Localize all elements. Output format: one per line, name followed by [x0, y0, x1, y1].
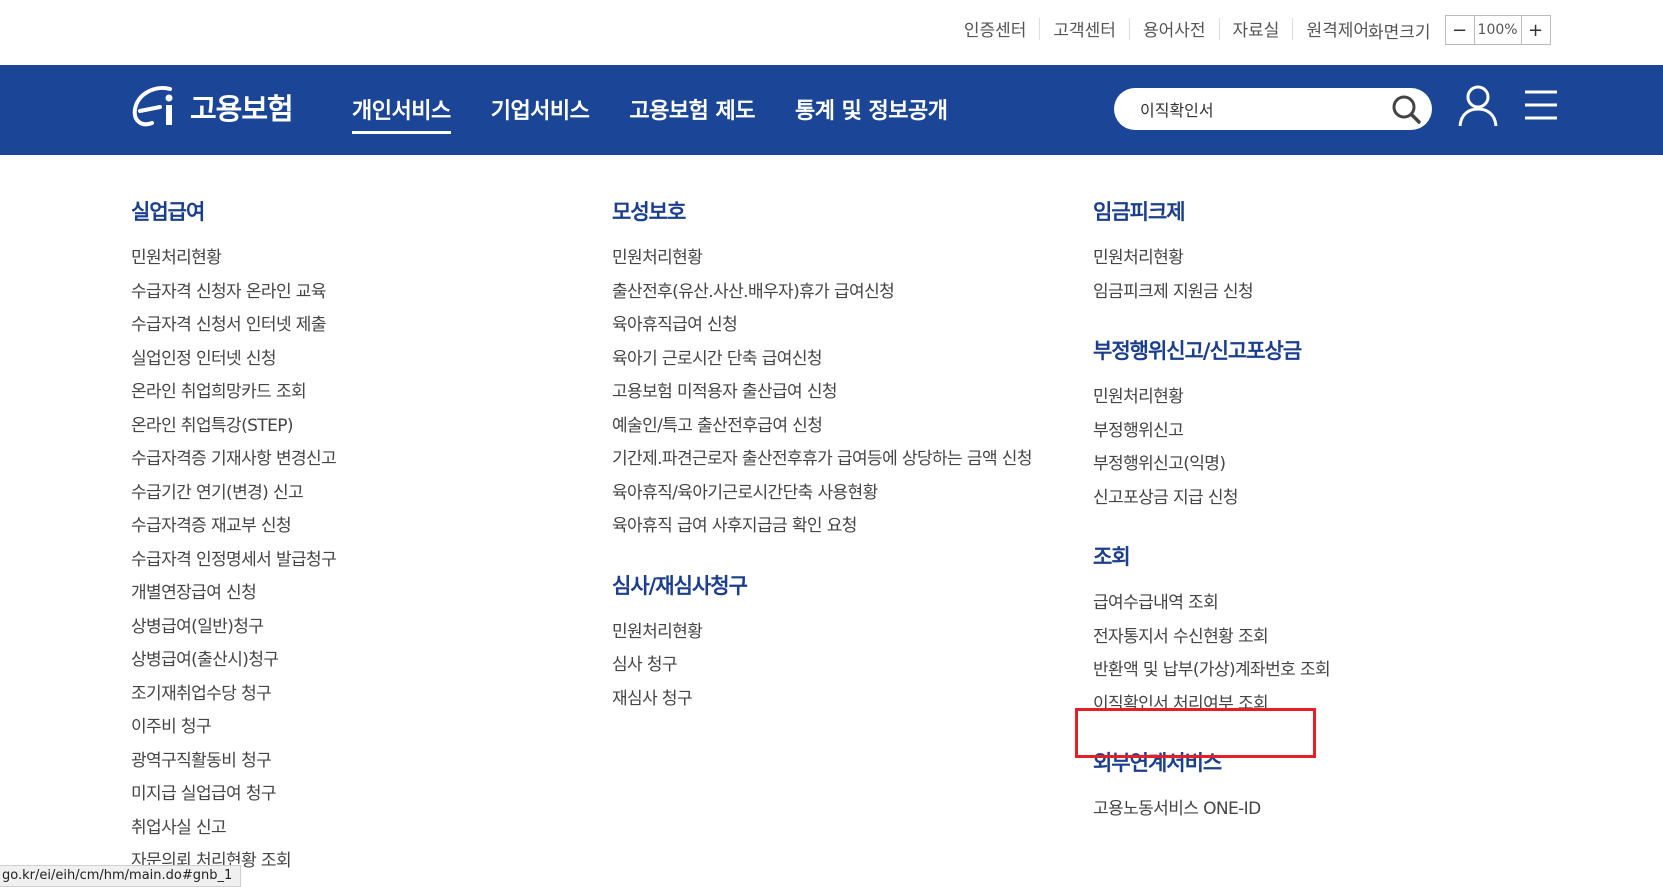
- menu-item[interactable]: 수급자격증 기재사항 변경신고: [131, 443, 591, 477]
- util-link-glossary[interactable]: 용어사전: [1130, 16, 1219, 41]
- menu-item[interactable]: 이주비 청구: [131, 711, 591, 745]
- menu-item[interactable]: 개별연장급여 신청: [131, 577, 591, 611]
- section-title-review-appeal[interactable]: 심사/재심사청구: [612, 570, 1082, 600]
- section-title-external-services[interactable]: 외부연계서비스: [1093, 747, 1453, 777]
- menu-item[interactable]: 고용노동서비스 ONE-ID: [1093, 793, 1453, 827]
- menu-item[interactable]: 민원처리현황: [612, 242, 1082, 276]
- menu-item[interactable]: 출산전후(유산.사산.배우자)휴가 급여신청: [612, 276, 1082, 310]
- inquiry-menu-list: 급여수급내역 조회 전자통지서 수신현황 조회 반환액 및 납부(가상)계좌번호…: [1093, 587, 1453, 721]
- utility-links: 인증센터 고객센터 용어사전 자료실 원격제어: [951, 16, 1382, 41]
- search-input[interactable]: [1140, 96, 1380, 122]
- section-maternity-protection: 모성보호 민원처리현황 출산전후(유산.사산.배우자)휴가 급여신청 육아휴직급…: [612, 196, 1082, 544]
- menu-item[interactable]: 상병급여(일반)청구: [131, 611, 591, 645]
- menu-item[interactable]: 수급자격 인정명세서 발급청구: [131, 544, 591, 578]
- menu-item[interactable]: 수급자격 신청서 인터넷 제출: [131, 309, 591, 343]
- menu-item[interactable]: 민원처리현황: [1093, 242, 1453, 276]
- section-inquiry: 조회 급여수급내역 조회 전자통지서 수신현황 조회 반환액 및 납부(가상)계…: [1093, 541, 1453, 721]
- menu-item[interactable]: 심사 청구: [612, 649, 1082, 683]
- menu-item[interactable]: 예술인/특고 출산전후급여 신청: [612, 410, 1082, 444]
- section-review-appeal: 심사/재심사청구 민원처리현황 심사 청구 재심사 청구: [612, 570, 1082, 717]
- main-nav: 고용보험 개인서비스 기업서비스 고용보험 제도 통계 및 정보공개: [0, 65, 1663, 155]
- zoom-label: 화면크기: [1368, 22, 1431, 43]
- menu-item[interactable]: 육아휴직/육아기근로시간단축 사용현황: [612, 477, 1082, 511]
- gnb-business-services[interactable]: 기업서비스: [491, 93, 590, 134]
- maternity-menu-list: 민원처리현황 출산전후(유산.사산.배우자)휴가 급여신청 육아휴직급여 신청 …: [612, 242, 1082, 544]
- search-icon[interactable]: [1390, 93, 1422, 125]
- zoom-in-button[interactable]: +: [1522, 16, 1550, 44]
- util-link-certification-center[interactable]: 인증센터: [951, 16, 1040, 41]
- menu-item[interactable]: 취업사실 신고: [131, 812, 591, 846]
- menu-column-maternity: 모성보호 민원처리현황 출산전후(유산.사산.배우자)휴가 급여신청 육아휴직급…: [612, 196, 1082, 738]
- util-link-customer-center[interactable]: 고객센터: [1040, 16, 1129, 41]
- external-services-menu-list: 고용노동서비스 ONE-ID: [1093, 793, 1453, 827]
- menu-item-separation-certificate-status[interactable]: 이직확인서 처리여부 조회: [1093, 688, 1453, 722]
- search-box: [1114, 88, 1432, 130]
- logo-text: 고용보험: [190, 92, 294, 126]
- menu-column-unemployment: 실업급여 민원처리현황 수급자격 신청자 온라인 교육 수급자격 신청서 인터넷…: [131, 196, 591, 879]
- menu-item[interactable]: 온라인 취업희망카드 조회: [131, 376, 591, 410]
- site-logo[interactable]: 고용보험: [130, 83, 294, 131]
- menu-item[interactable]: 민원처리현황: [1093, 381, 1453, 415]
- menu-item[interactable]: 미지급 실업급여 청구: [131, 778, 591, 812]
- menu-item[interactable]: 전자통지서 수신현황 조회: [1093, 621, 1453, 655]
- review-appeal-menu-list: 민원처리현황 심사 청구 재심사 청구: [612, 616, 1082, 717]
- section-title-wage-peak[interactable]: 임금피크제: [1093, 196, 1453, 226]
- menu-item[interactable]: 재심사 청구: [612, 683, 1082, 717]
- gnb-insurance-system[interactable]: 고용보험 제도: [629, 93, 755, 134]
- gnb-personal-services[interactable]: 개인서비스: [352, 93, 451, 134]
- util-link-library[interactable]: 자료실: [1220, 16, 1293, 41]
- section-title-fraud-report[interactable]: 부정행위신고/신고포상금: [1093, 335, 1453, 365]
- section-fraud-report: 부정행위신고/신고포상금 민원처리현황 부정행위신고 부정행위신고(익명) 신고…: [1093, 335, 1453, 515]
- menu-item[interactable]: 고용보험 미적용자 출산급여 신청: [612, 376, 1082, 410]
- menu-item[interactable]: 부정행위신고: [1093, 415, 1453, 449]
- menu-item[interactable]: 실업인정 인터넷 신청: [131, 343, 591, 377]
- zoom-value: 100%: [1473, 16, 1522, 44]
- menu-item[interactable]: 온라인 취업특강(STEP): [131, 410, 591, 444]
- ei-logo-icon: [132, 86, 173, 127]
- section-title-inquiry[interactable]: 조회: [1093, 541, 1453, 571]
- hamburger-menu-icon[interactable]: [1524, 89, 1558, 121]
- menu-column-misc: 임금피크제 민원처리현황 임금피크제 지원금 신청 부정행위신고/신고포상금 민…: [1093, 196, 1453, 849]
- user-icon[interactable]: [1457, 84, 1499, 128]
- utility-bar: 인증센터 고객센터 용어사전 자료실 원격제어 화면크기 − 100% +: [0, 0, 1663, 65]
- section-wage-peak: 임금피크제 민원처리현황 임금피크제 지원금 신청: [1093, 196, 1453, 309]
- zoom-control: 화면크기 − 100% +: [1368, 15, 1551, 45]
- menu-item[interactable]: 육아휴직급여 신청: [612, 309, 1082, 343]
- section-title-unemployment-benefits[interactable]: 실업급여: [131, 196, 591, 226]
- menu-item[interactable]: 기간제.파견근로자 출산전후휴가 급여등에 상당하는 금액 신청: [612, 443, 1082, 477]
- global-nav: 개인서비스 기업서비스 고용보험 제도 통계 및 정보공개: [352, 93, 988, 134]
- menu-item[interactable]: 육아기 근로시간 단축 급여신청: [612, 343, 1082, 377]
- menu-item[interactable]: 임금피크제 지원금 신청: [1093, 276, 1453, 310]
- zoom-out-button[interactable]: −: [1446, 16, 1474, 44]
- menu-item[interactable]: 조기재취업수당 청구: [131, 678, 591, 712]
- menu-item[interactable]: 부정행위신고(익명): [1093, 448, 1453, 482]
- status-bar-url: go.kr/ei/eih/cm/hm/main.do#gnb_1: [0, 865, 242, 887]
- wage-peak-menu-list: 민원처리현황 임금피크제 지원금 신청: [1093, 242, 1453, 309]
- menu-item[interactable]: 반환액 및 납부(가상)계좌번호 조회: [1093, 654, 1453, 688]
- fraud-report-menu-list: 민원처리현황 부정행위신고 부정행위신고(익명) 신고포상금 지급 신청: [1093, 381, 1453, 515]
- unemployment-menu-list: 민원처리현황 수급자격 신청자 온라인 교육 수급자격 신청서 인터넷 제출 실…: [131, 242, 591, 879]
- zoom-box: − 100% +: [1444, 15, 1551, 45]
- menu-item[interactable]: 수급기간 연기(변경) 신고: [131, 477, 591, 511]
- menu-item[interactable]: 상병급여(출산시)청구: [131, 644, 591, 678]
- menu-item[interactable]: 급여수급내역 조회: [1093, 587, 1453, 621]
- menu-item[interactable]: 육아휴직 급여 사후지급금 확인 요청: [612, 510, 1082, 544]
- section-external-services: 외부연계서비스 고용노동서비스 ONE-ID: [1093, 747, 1453, 827]
- menu-item[interactable]: 신고포상금 지급 신청: [1093, 482, 1453, 516]
- menu-item[interactable]: 민원처리현황: [612, 616, 1082, 650]
- menu-item[interactable]: 수급자격 신청자 온라인 교육: [131, 276, 591, 310]
- section-title-maternity-protection[interactable]: 모성보호: [612, 196, 1082, 226]
- menu-item[interactable]: 수급자격증 재교부 신청: [131, 510, 591, 544]
- menu-item[interactable]: 민원처리현황: [131, 242, 591, 276]
- gnb-statistics[interactable]: 통계 및 정보공개: [795, 93, 948, 134]
- menu-item[interactable]: 광역구직활동비 청구: [131, 745, 591, 779]
